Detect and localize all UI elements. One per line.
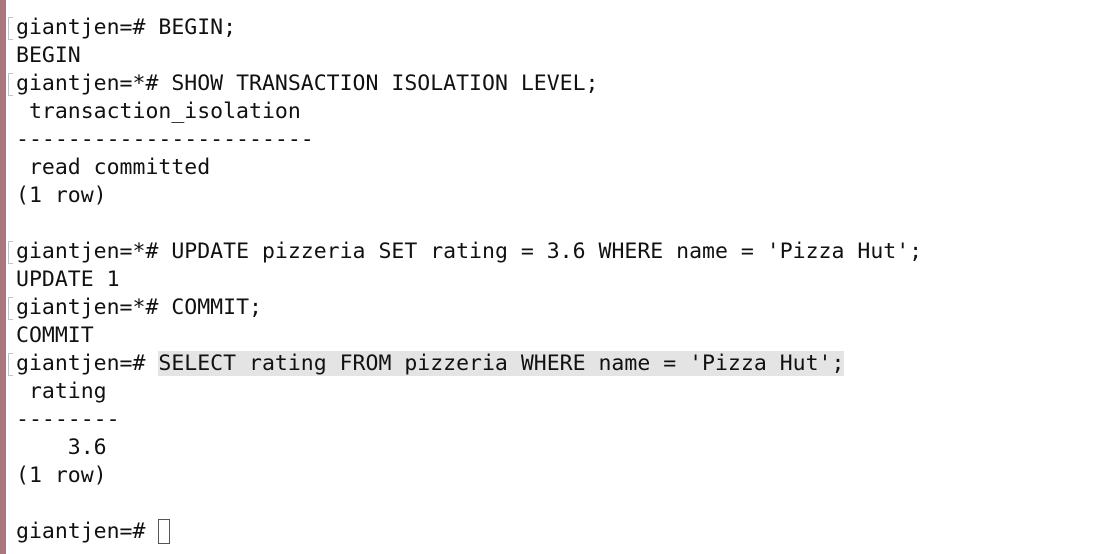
output-text: transaction_isolation bbox=[16, 99, 301, 124]
command-line: giantjen=# SELECT rating FROM pizzeria W… bbox=[8, 350, 1086, 378]
output-line: (1 row) bbox=[16, 462, 1086, 490]
output-text: UPDATE 1 bbox=[16, 267, 120, 292]
terminal-window: giantjen=# BEGIN; BEGIN giantjen=*# SHOW T… bbox=[0, 0, 1096, 554]
command-mark-bracket bbox=[8, 353, 13, 376]
prompt: giantjen=# bbox=[16, 519, 159, 544]
output-text: ----------------------- bbox=[16, 127, 314, 152]
window-border bbox=[0, 0, 6, 554]
output-line: 3.6 bbox=[16, 434, 1086, 462]
output-text: read committed bbox=[16, 155, 211, 180]
command-mark-bracket bbox=[8, 297, 13, 320]
output-line: rating bbox=[16, 378, 1086, 406]
prompt: giantjen=*# bbox=[16, 71, 172, 96]
output-line: read committed bbox=[16, 154, 1086, 182]
prompt: giantjen=*# bbox=[16, 239, 172, 264]
output-text: COMMIT bbox=[16, 323, 94, 348]
command-mark-bracket bbox=[8, 73, 13, 96]
output-line: ----------------------- bbox=[16, 126, 1086, 154]
output-text: (1 row) bbox=[16, 183, 107, 208]
output-text: rating bbox=[16, 379, 107, 404]
text-cursor bbox=[158, 519, 171, 544]
output-text: -------- bbox=[16, 407, 120, 432]
output-line: -------- bbox=[16, 406, 1086, 434]
output-text: (1 row) bbox=[16, 463, 107, 488]
output-text: BEGIN bbox=[16, 43, 81, 68]
prompt: giantjen=*# bbox=[16, 295, 172, 320]
command-line: giantjen=*# COMMIT; bbox=[8, 294, 1086, 322]
command-line: giantjen=*# UPDATE pizzeria SET rating =… bbox=[8, 238, 1086, 266]
command-text: COMMIT; bbox=[171, 295, 262, 320]
output-text: 3.6 bbox=[16, 435, 107, 460]
command-text: SELECT rating FROM pizzeria WHERE name =… bbox=[158, 351, 845, 376]
command-text: SHOW TRANSACTION ISOLATION LEVEL; bbox=[171, 71, 599, 96]
command-line: giantjen=*# SHOW TRANSACTION ISOLATION L… bbox=[8, 70, 1086, 98]
command-mark-bracket bbox=[8, 241, 13, 264]
prompt: giantjen=# bbox=[16, 15, 159, 40]
output-line: COMMIT bbox=[16, 322, 1086, 350]
command-text: UPDATE pizzeria SET rating = 3.6 WHERE n… bbox=[171, 239, 923, 264]
terminal-output[interactable]: giantjen=# BEGIN; BEGIN giantjen=*# SHOW T… bbox=[8, 14, 1086, 554]
current-prompt-line[interactable]: giantjen=# bbox=[16, 518, 1086, 546]
output-line: UPDATE 1 bbox=[16, 266, 1086, 294]
output-line: BEGIN bbox=[16, 42, 1086, 70]
output-line: transaction_isolation bbox=[16, 98, 1086, 126]
prompt: giantjen=# bbox=[16, 351, 159, 376]
command-line: giantjen=# BEGIN; bbox=[8, 14, 1086, 42]
command-mark-bracket bbox=[8, 17, 13, 40]
command-text: BEGIN; bbox=[158, 15, 237, 40]
output-line: (1 row) bbox=[16, 182, 1086, 210]
